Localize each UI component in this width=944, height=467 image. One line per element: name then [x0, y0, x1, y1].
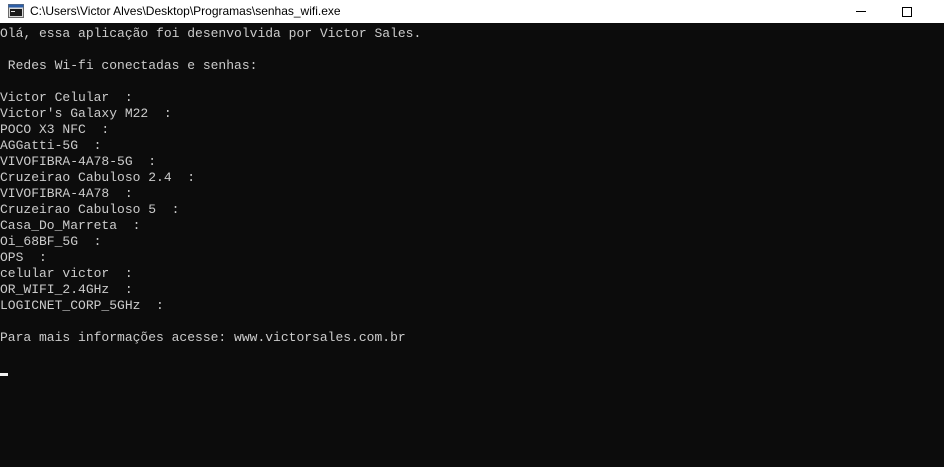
- network-line: OPS :: [0, 250, 47, 265]
- intro-line: Olá, essa aplicação foi desenvolvida por…: [0, 26, 422, 41]
- minimize-button[interactable]: [838, 0, 884, 23]
- title-bar[interactable]: C:\Users\Victor Alves\Desktop\Programas\…: [0, 0, 944, 23]
- console-app-icon: [8, 4, 24, 18]
- maximize-button[interactable]: [884, 0, 930, 23]
- console-output[interactable]: Olá, essa aplicação foi desenvolvida por…: [0, 24, 944, 467]
- maximize-icon: [902, 6, 912, 17]
- footer-line: Para mais informações acesse: www.victor…: [0, 330, 406, 345]
- network-line: OR_WIFI_2.4GHz :: [0, 282, 133, 297]
- network-line: LOGICNET_CORP_5GHz :: [0, 298, 164, 313]
- network-line: VIVOFIBRA-4A78-5G :: [0, 154, 157, 169]
- network-line: VIVOFIBRA-4A78 :: [0, 186, 133, 201]
- network-line: AGGatti-5G :: [0, 138, 102, 153]
- window-title: C:\Users\Victor Alves\Desktop\Programas\…: [30, 4, 341, 18]
- minimize-icon: [856, 11, 866, 12]
- network-line: POCO X3 NFC :: [0, 122, 110, 137]
- network-line: celular victor :: [0, 266, 133, 281]
- network-line: Cruzeirao Cabuloso 2.4 :: [0, 170, 196, 185]
- network-line: Cruzeirao Cabuloso 5 :: [0, 202, 180, 217]
- network-line: Oi_68BF_5G :: [0, 234, 102, 249]
- network-line: Casa_Do_Marreta :: [0, 218, 141, 233]
- text-cursor: [0, 373, 8, 376]
- network-line: Victor Celular :: [0, 90, 133, 105]
- section-header: Redes Wi-fi conectadas e senhas:: [0, 58, 258, 73]
- network-line: Victor's Galaxy M22 :: [0, 106, 172, 121]
- console-window: C:\Users\Victor Alves\Desktop\Programas\…: [0, 0, 944, 467]
